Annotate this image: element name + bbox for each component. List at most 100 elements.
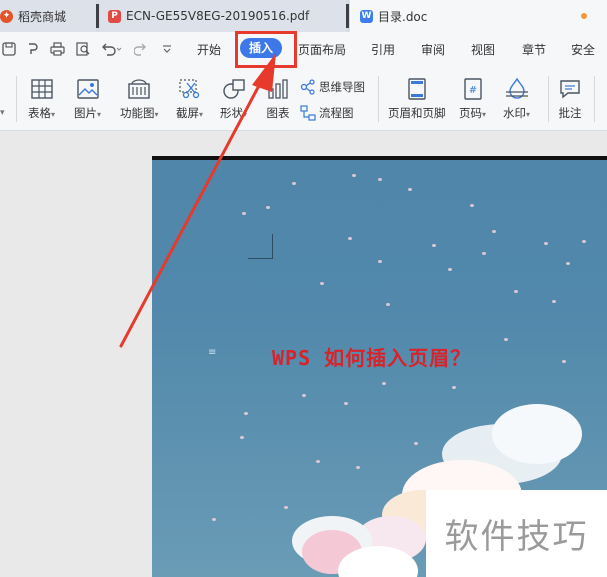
flowchart-label: 流程图 bbox=[319, 106, 354, 120]
watermark-label: 水印 bbox=[503, 106, 526, 120]
petal bbox=[284, 506, 288, 509]
header-footer-button[interactable]: 页眉和页脚 bbox=[388, 78, 446, 121]
petal bbox=[414, 442, 418, 445]
picture-icon bbox=[76, 79, 99, 99]
petal bbox=[320, 282, 324, 285]
petal bbox=[316, 460, 320, 463]
flowchart-button[interactable]: 流程图 bbox=[300, 105, 354, 121]
function-chart-label: 功能图 bbox=[120, 106, 155, 120]
petal bbox=[432, 244, 436, 247]
petal bbox=[352, 174, 356, 177]
word-doc-icon: W bbox=[360, 9, 373, 23]
redo-icon[interactable] bbox=[132, 40, 150, 58]
table-button[interactable]: 表格▾ bbox=[28, 78, 55, 121]
petal bbox=[244, 412, 248, 415]
menu-view[interactable]: 视图 bbox=[471, 41, 495, 59]
cloud bbox=[492, 404, 582, 464]
petal bbox=[452, 386, 456, 389]
chart-button[interactable]: 图表 bbox=[266, 78, 290, 121]
petal bbox=[240, 436, 244, 439]
petal bbox=[344, 402, 348, 405]
petal bbox=[566, 262, 570, 265]
daoke-logo-icon: ✦ bbox=[0, 9, 13, 23]
menu-page-layout[interactable]: 页面布局 bbox=[298, 41, 346, 59]
chart-label: 图表 bbox=[266, 106, 290, 120]
svg-text:#: # bbox=[468, 85, 476, 96]
tab-word-document[interactable]: W 目录.doc bbox=[350, 0, 607, 32]
petal bbox=[504, 338, 508, 341]
menu-references[interactable]: 引用 bbox=[371, 41, 395, 59]
tab-label: 目录.doc bbox=[378, 9, 428, 24]
petal bbox=[348, 237, 352, 240]
petal bbox=[302, 394, 306, 397]
flowchart-icon bbox=[300, 105, 316, 121]
mindmap-icon bbox=[300, 79, 315, 95]
print-preview-icon[interactable] bbox=[74, 40, 92, 58]
petal bbox=[242, 212, 246, 215]
header-footer-icon bbox=[408, 78, 426, 100]
watermark-button[interactable]: 水印▾ bbox=[503, 78, 530, 121]
comment-icon bbox=[560, 80, 580, 99]
menu-home[interactable]: 开始 bbox=[197, 41, 221, 59]
collapsed-group-dropdown[interactable]: ▾ bbox=[0, 108, 5, 118]
petal bbox=[378, 260, 382, 263]
export-pdf-icon[interactable] bbox=[24, 40, 42, 58]
petal bbox=[492, 230, 496, 233]
page-number-button[interactable]: # 页码▾ bbox=[459, 78, 486, 121]
menu-security[interactable]: 安全 bbox=[571, 41, 595, 59]
tab-bar: ✦ 稻壳商城 P ECN-GE55V8EG-20190516.pdf W 目录.… bbox=[0, 0, 607, 32]
petal bbox=[448, 268, 452, 271]
tab-pdf-document[interactable]: P ECN-GE55V8EG-20190516.pdf bbox=[100, 0, 346, 32]
unsaved-dot-icon bbox=[581, 13, 587, 19]
petal bbox=[470, 204, 474, 207]
page-number-label: 页码 bbox=[459, 106, 482, 120]
petal bbox=[582, 240, 586, 243]
margin-corner-mark bbox=[248, 234, 273, 259]
print-icon[interactable] bbox=[48, 40, 66, 58]
petal bbox=[562, 360, 566, 363]
picture-label: 图片 bbox=[74, 106, 97, 120]
header-footer-label: 页眉和页脚 bbox=[388, 106, 446, 120]
mindmap-button[interactable]: 思维导图 bbox=[300, 79, 365, 95]
shape-icon bbox=[222, 79, 245, 99]
scissors-icon bbox=[178, 79, 199, 99]
save-icon[interactable] bbox=[0, 40, 18, 58]
ribbon-separator bbox=[594, 76, 595, 122]
petal bbox=[266, 206, 270, 209]
tab-label: ECN-GE55V8EG-20190516.pdf bbox=[126, 9, 310, 23]
shape-button[interactable]: 形状▾ bbox=[220, 78, 247, 121]
tab-daoke-store[interactable]: ✦ 稻壳商城 bbox=[0, 0, 96, 32]
menu-chapter[interactable]: 章节 bbox=[522, 41, 546, 59]
comment-button[interactable]: 批注 bbox=[558, 78, 582, 121]
screenshot-button[interactable]: 截屏▾ bbox=[176, 78, 203, 121]
bar-chart-icon bbox=[268, 79, 288, 99]
pdf-file-icon: P bbox=[108, 9, 121, 23]
petal bbox=[544, 242, 548, 245]
tab-label: 稻壳商城 bbox=[18, 9, 67, 24]
shape-label: 形状 bbox=[220, 106, 243, 120]
table-icon bbox=[30, 79, 53, 99]
customize-toolbar-icon[interactable] bbox=[158, 40, 176, 58]
function-chart-icon bbox=[128, 79, 150, 99]
petal bbox=[378, 178, 382, 181]
screenshot-label: 截屏 bbox=[176, 106, 199, 120]
ribbon-separator bbox=[548, 76, 549, 122]
menu-review[interactable]: 审阅 bbox=[421, 41, 445, 59]
document-heading[interactable]: WPS 如何插入页眉？ bbox=[272, 342, 471, 371]
petal bbox=[482, 252, 486, 255]
mindmap-label: 思维导图 bbox=[319, 80, 365, 94]
petal bbox=[408, 188, 412, 191]
annotation-highlight-box bbox=[235, 31, 297, 68]
undo-icon[interactable] bbox=[98, 40, 124, 58]
insert-ribbon: ▾ 表格▾ 图片▾ 功能图▾ 截屏▾ 形状▾ 图表 思维导图 流程图 页眉和页脚… bbox=[0, 68, 607, 131]
watermark-icon bbox=[505, 78, 528, 99]
tab-separator bbox=[96, 4, 99, 28]
petal bbox=[212, 518, 216, 521]
picture-button[interactable]: 图片▾ bbox=[74, 78, 101, 121]
watermark-overlay: 软件技巧 bbox=[426, 490, 607, 577]
petal bbox=[292, 182, 296, 185]
petal bbox=[514, 290, 518, 293]
function-chart-button[interactable]: 功能图▾ bbox=[120, 78, 159, 121]
paragraph-marker-icon: ≡ bbox=[208, 347, 217, 358]
tab-separator bbox=[346, 4, 349, 28]
